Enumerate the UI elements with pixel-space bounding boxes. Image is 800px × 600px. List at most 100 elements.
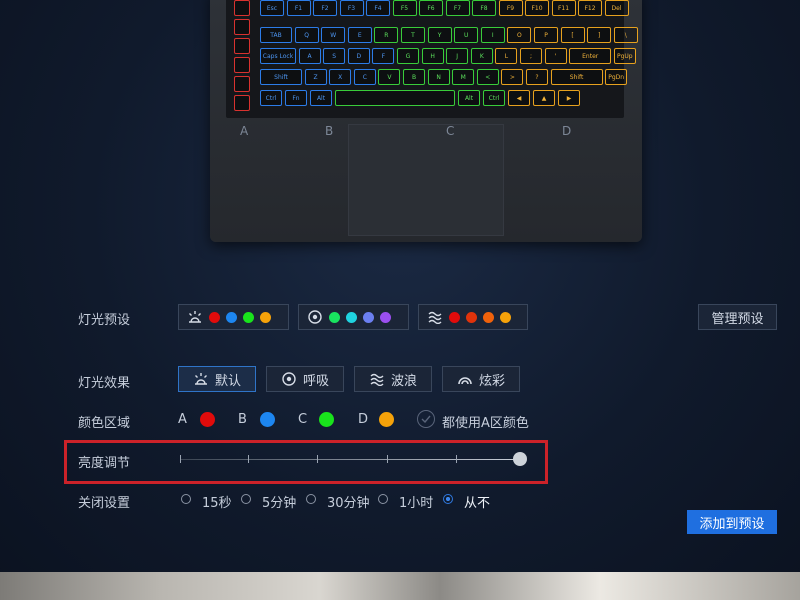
preset-3-color-2 (466, 311, 477, 323)
keyboard-key: F5 (392, 0, 417, 16)
keyboard-key: J (446, 48, 469, 64)
keyboard-key: F7 (445, 0, 470, 16)
preset-3-color-1 (449, 311, 460, 323)
keyboard-key: F9 (498, 0, 523, 16)
keyboard-key: A (298, 48, 321, 64)
rainbow-icon (458, 377, 472, 385)
use-zone-a-label: 都使用A区颜色 (442, 416, 529, 431)
effect-breathing-button[interactable]: 呼吸 (266, 366, 344, 392)
keyboard-key: F6 (419, 0, 443, 16)
shutdown-30min-radio[interactable] (306, 494, 316, 504)
keyboard-key: ▲ (533, 90, 555, 106)
keyboard-key: Shift (550, 69, 603, 85)
brightness-tick (180, 455, 181, 463)
zone-d-color-swatch[interactable] (379, 412, 394, 427)
effect-wave-button[interactable]: 波浪 (354, 366, 432, 392)
keyboard-key: V (378, 69, 401, 85)
effects-label: 灯光效果 (78, 376, 131, 391)
circle-dot-icon (282, 372, 296, 386)
shutdown-30min-label: 30分钟 (327, 496, 370, 511)
shutdown-1h-radio[interactable] (378, 494, 388, 504)
preset-1-color-4 (260, 311, 271, 323)
keyboard-key: Y (427, 27, 452, 43)
keyboard-key: PgDn (605, 69, 628, 85)
keyboard-key: E (347, 27, 372, 43)
use-zone-a-checkbox[interactable] (417, 410, 435, 428)
keyboard-key: ] (587, 27, 612, 43)
keyboard-key: F4 (366, 0, 390, 16)
keyboard-key: ; (520, 48, 542, 64)
keyboard-key: F8 (472, 0, 496, 16)
zone-label-d: D (562, 124, 572, 138)
keyboard-key: H (421, 48, 444, 64)
manage-presets-label: 管理预设 (711, 311, 764, 327)
preset-1[interactable] (178, 304, 289, 330)
shutdown-15s-radio[interactable] (181, 494, 191, 504)
keyboard-key: ? (526, 69, 548, 85)
brightness-tick (387, 455, 388, 463)
keyboard-key: \ (613, 27, 638, 43)
keyboard-key: X (329, 69, 352, 85)
keyboard-key: U (454, 27, 479, 43)
wave-icon (428, 311, 442, 324)
zone-a-color-swatch[interactable] (200, 412, 215, 427)
brightness-tick (317, 455, 318, 463)
zone-label-c: C (446, 124, 455, 138)
keyboard-key: P (534, 27, 558, 43)
brightness-slider-thumb[interactable] (513, 452, 527, 466)
shutdown-5min-label: 5分钟 (262, 496, 297, 511)
keyboard-key: < (476, 69, 499, 85)
preset-3[interactable] (418, 304, 528, 330)
brightness-slider-track[interactable] (180, 459, 520, 460)
keyboard-key: F12 (578, 0, 602, 16)
add-to-preset-label: 添加到预设 (699, 516, 765, 532)
keyboard-key: ▶ (558, 90, 580, 106)
keyboard-key: R (374, 27, 399, 43)
zone-b-color-swatch[interactable] (260, 412, 275, 427)
keyboard-key: ' (544, 48, 567, 64)
background-photo-strip (0, 572, 800, 600)
keyboard-key: Enter (569, 48, 612, 64)
preset-3-color-4 (500, 311, 511, 323)
keyboard-key: Alt (310, 90, 332, 106)
keyboard-key: F11 (551, 0, 576, 16)
checkmark-icon (421, 415, 431, 423)
keyboard-key: M (452, 69, 475, 85)
sun-rays-icon (189, 311, 201, 323)
keyboard-key: Shift (260, 69, 302, 85)
effect-default-button[interactable]: 默认 (178, 366, 256, 392)
keyboard-key: Q (294, 27, 319, 43)
keyboard-key: F2 (313, 0, 337, 16)
manage-presets-button[interactable]: 管理预设 (698, 304, 777, 330)
zone-a-key (234, 76, 250, 92)
zone-a-key (234, 19, 250, 35)
add-to-preset-button[interactable]: 添加到预设 (687, 510, 777, 534)
zone-a-key (234, 57, 250, 73)
effect-rainbow-button[interactable]: 炫彩 (442, 366, 520, 392)
shutdown-never-radio[interactable] (443, 494, 453, 504)
preset-2-color-3 (363, 311, 374, 323)
keyboard-key: Ctrl (260, 90, 282, 106)
keyboard-key: F3 (339, 0, 364, 16)
shutdown-1h-label: 1小时 (399, 496, 434, 511)
keyboard-key: > (501, 69, 524, 85)
keyboard-key: B (403, 69, 425, 85)
preset-2[interactable] (298, 304, 409, 330)
keyboard-preview: Esc F1 F2 F3 F4 F5 F6 F7 F8 F9 F10 F11 F12 Del TAB Q W E R… (226, 0, 638, 118)
preset-3-color-3 (483, 311, 494, 323)
keyboard-key: F1 (286, 0, 311, 16)
keyboard-key: Esc (260, 0, 284, 16)
brightness-label: 亮度调节 (78, 456, 131, 471)
keyboard-key: Alt (458, 90, 480, 106)
keyboard-key: ◀ (508, 90, 530, 106)
effect-wave-label: 波浪 (390, 373, 417, 389)
keyboard-key: N (427, 69, 450, 85)
shutdown-5min-radio[interactable] (241, 494, 251, 504)
circle-dot-icon (308, 310, 322, 324)
keyboard-key: G (397, 48, 419, 64)
zone-c-color-swatch[interactable] (319, 412, 334, 427)
keyboard-key: F (372, 48, 395, 64)
preset-1-color-3 (243, 311, 254, 323)
zone-d-label: D (358, 412, 369, 427)
preset-1-color-1 (209, 311, 220, 323)
